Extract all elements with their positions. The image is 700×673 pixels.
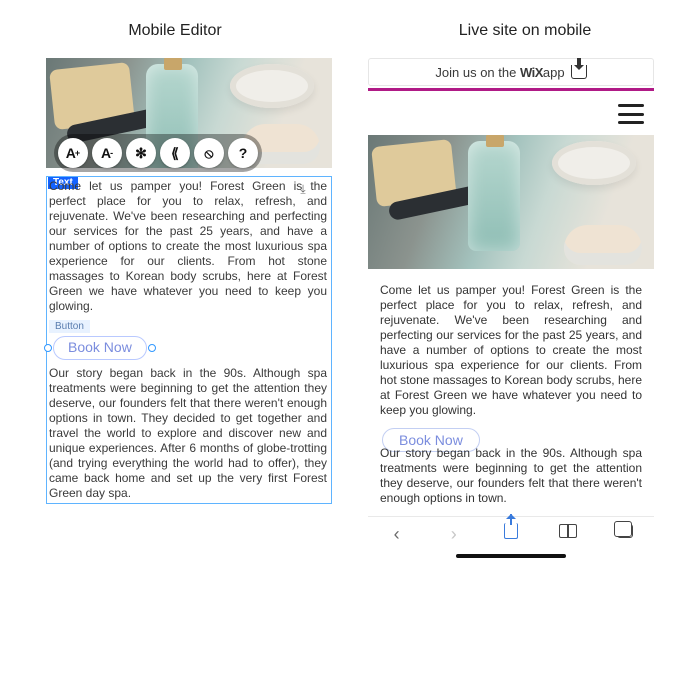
wix-app-banner[interactable]: Join us on the WiXapp: [368, 58, 654, 86]
banner-underline: [368, 88, 654, 91]
book-icon: [559, 524, 577, 538]
book-now-button[interactable]: Book Now: [53, 336, 147, 360]
download-icon: [571, 65, 587, 79]
mobile-editor-pane: A+ A- ✻ ⟪ ⦸ ? Text ⤓: [46, 58, 332, 558]
live-label: Live site on mobile: [350, 22, 700, 40]
settings-button[interactable]: ✻: [126, 138, 156, 168]
hide-button[interactable]: ⦸: [194, 138, 224, 168]
tabs-button[interactable]: [613, 524, 637, 543]
banner-text: Join us on the WiXapp: [435, 65, 564, 80]
paragraph-2: Our story began back in the 90s. Althoug…: [380, 442, 642, 510]
home-indicator: [456, 554, 566, 558]
help-icon: ?: [239, 145, 248, 161]
menu-button[interactable]: [618, 104, 644, 124]
text-toolbar: A+ A- ✻ ⟪ ⦸ ?: [54, 134, 262, 172]
decrease-font-button[interactable]: A-: [92, 138, 122, 168]
share-icon: [504, 523, 518, 539]
forward-button: ›: [442, 525, 466, 543]
element-type-tag-button: Button: [49, 320, 90, 333]
selected-text-element[interactable]: Come let us pamper you! Forest Green is …: [46, 176, 332, 504]
tabs-icon: [617, 524, 633, 538]
gear-icon: ✻: [135, 145, 147, 162]
live-site-pane: Join us on the WiXapp Come le: [368, 58, 654, 558]
bookmarks-button[interactable]: [556, 524, 580, 543]
paragraph-1: Come let us pamper you! Forest Green is …: [380, 279, 642, 422]
back-button[interactable]: ‹: [385, 525, 409, 543]
paragraph-2[interactable]: Our story began back in the 90s. Althoug…: [47, 364, 331, 503]
browser-toolbar: ‹ ›: [368, 516, 654, 550]
hero-image: [368, 135, 654, 269]
eye-off-icon: ⦸: [204, 145, 213, 162]
increase-font-button[interactable]: A+: [58, 138, 88, 168]
editor-label: Mobile Editor: [0, 22, 350, 40]
paragraph-1[interactable]: Come let us pamper you! Forest Green is …: [47, 177, 331, 316]
share-button[interactable]: [499, 523, 523, 544]
align-icon: ⟪: [171, 145, 179, 162]
align-button[interactable]: ⟪: [160, 138, 190, 168]
help-button[interactable]: ?: [228, 138, 258, 168]
